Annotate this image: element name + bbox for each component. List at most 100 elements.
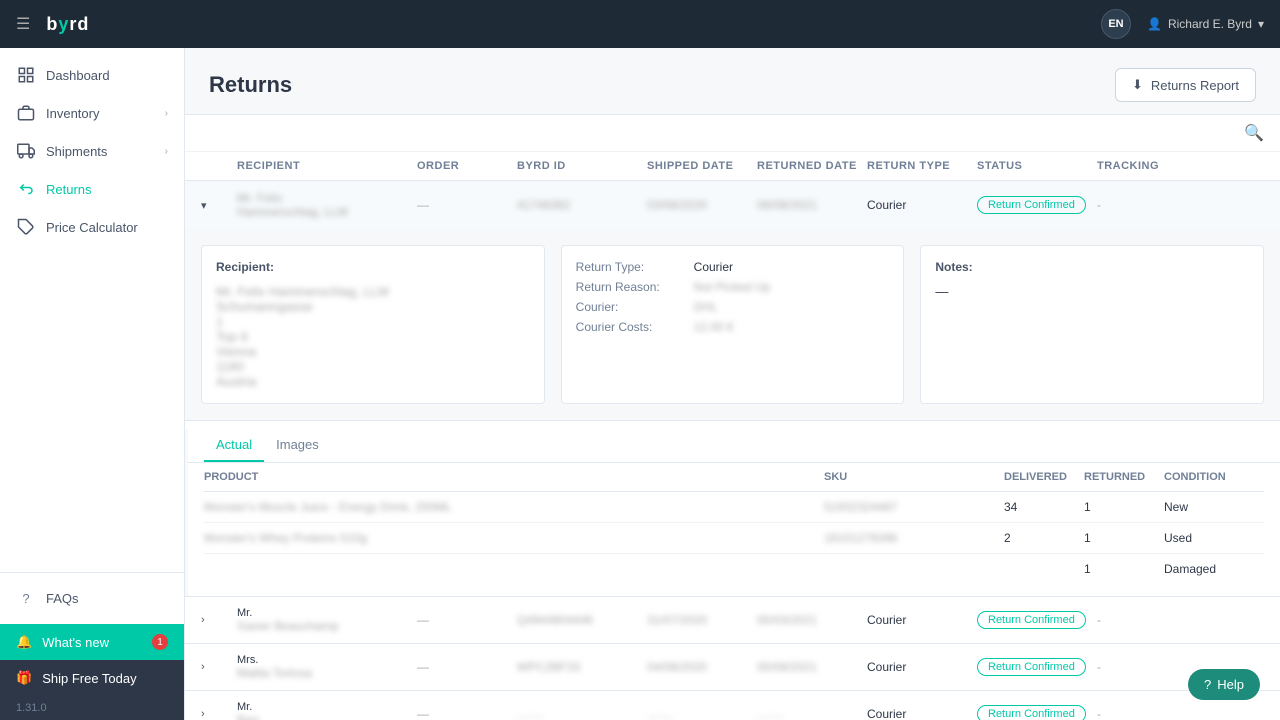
- return-type-label: Return Type:: [576, 260, 686, 274]
- table-row-main-4[interactable]: › Mr. Barr — ........ ........ ........ …: [185, 691, 1280, 720]
- row-chevron-4: ›: [201, 708, 237, 720]
- products-header: Product SKU Delivered Returned Condition: [204, 463, 1264, 492]
- table-row-main-2[interactable]: › Mr. Xavier Beauchamp — Q4944804446 31/…: [185, 597, 1280, 643]
- hamburger-icon[interactable]: ☰: [16, 14, 30, 34]
- order-col-header: Order: [417, 160, 517, 172]
- table-row: › Mrs. Mattia Tortosa — WPC2BF33 04/08/2…: [185, 644, 1280, 691]
- chevron-down-icon: ▾: [1258, 17, 1264, 31]
- sidebar-item-returns-label: Returns: [46, 182, 92, 197]
- row-status-2: Return Confirmed: [977, 611, 1097, 629]
- product-name-3: [204, 562, 824, 576]
- row-order-2: —: [417, 613, 517, 627]
- download-icon: ⬇: [1132, 77, 1143, 93]
- byrd-id-col-header: byrd ID: [517, 160, 647, 172]
- table-row-main-1[interactable]: ▾ Mr. Felix Hammerschlag, LLM — 41748382…: [185, 181, 1280, 229]
- row-shipped-date-4: ........: [647, 707, 757, 720]
- user-menu[interactable]: 👤 Richard E. Byrd ▾: [1147, 17, 1264, 31]
- tab-actual[interactable]: Actual: [204, 429, 264, 462]
- row-byrd-id-2: Q4944804446: [517, 613, 647, 627]
- row-order-3: —: [417, 660, 517, 674]
- return-reason-row: Return Reason: Not Picked Up: [576, 280, 890, 294]
- returns-icon: [16, 180, 36, 198]
- row-returned-date-1: 06/08/2021: [757, 198, 867, 212]
- condition-col-header: Condition: [1164, 471, 1264, 483]
- sidebar-item-dashboard-label: Dashboard: [46, 68, 110, 83]
- status-badge: Return Confirmed: [977, 658, 1086, 676]
- row-tracking-4: -: [1097, 707, 1197, 720]
- product-condition-3: Damaged: [1164, 562, 1264, 576]
- bell-icon: 🔔: [16, 634, 32, 650]
- row-returned-date-2: 05/03/2021: [757, 613, 867, 627]
- row-byrd-id-3: WPC2BF33: [517, 660, 647, 674]
- whats-new-button[interactable]: 🔔 What's new 1: [0, 624, 184, 660]
- sidebar-bottom: ? FAQs: [0, 572, 184, 624]
- chevron-right-icon: ›: [165, 146, 168, 157]
- ship-free-button[interactable]: 🎁 Ship Free Today: [0, 660, 184, 696]
- recipient-name: Mr. Felix Hammerschlag, LLM: [216, 284, 530, 299]
- returns-table: 🔍 Recipient Order byrd ID Shipped Date R…: [185, 114, 1280, 720]
- row-order-1: —: [417, 198, 517, 212]
- product-row: 1 Damaged: [204, 554, 1264, 584]
- sidebar-item-inventory[interactable]: Inventory ›: [0, 94, 184, 132]
- product-row: Monster's Muscle Juice - Energy Drink, 2…: [204, 492, 1264, 523]
- sidebar-item-price-calculator[interactable]: Price Calculator: [0, 208, 184, 246]
- product-returned-1: 1: [1084, 500, 1164, 514]
- product-condition-2: Used: [1164, 531, 1264, 545]
- return-reason-label: Return Reason:: [576, 280, 686, 294]
- courier-costs-value: 12.00 €: [694, 320, 734, 334]
- sidebar-item-inventory-label: Inventory: [46, 106, 99, 121]
- version-label: 1.31.0: [0, 696, 184, 720]
- row-order-4: —: [417, 707, 517, 720]
- recipient-col-header: Recipient: [237, 160, 417, 172]
- truck-icon: [16, 142, 36, 160]
- sidebar: Dashboard Inventory ›: [0, 48, 185, 720]
- page-title: Returns: [209, 72, 292, 98]
- table-row-main-3[interactable]: › Mrs. Mattia Tortosa — WPC2BF33 04/08/2…: [185, 644, 1280, 690]
- sidebar-item-returns[interactable]: Returns: [0, 170, 184, 208]
- product-col-header: Product: [204, 471, 824, 483]
- table-row: ▾ Mr. Felix Hammerschlag, LLM — 41748382…: [185, 181, 1280, 597]
- recipient-floor: Top 6: [216, 329, 530, 344]
- tag-icon: [16, 218, 36, 236]
- table-header: Recipient Order byrd ID Shipped Date Ret…: [185, 152, 1280, 181]
- delivered-col-header: Delivered: [1004, 471, 1084, 483]
- recipient-section-title: Recipient:: [216, 260, 530, 274]
- row-chevron-1: ▾: [201, 199, 237, 212]
- row-recipient-1: Mr. Felix Hammerschlag, LLM: [237, 191, 417, 219]
- row-tracking-3: -: [1097, 660, 1197, 674]
- courier-value: DHL: [694, 300, 718, 314]
- row-return-type-3: Courier: [867, 660, 977, 674]
- status-badge: Return Confirmed: [977, 611, 1086, 629]
- recipient-detail: Recipient: Mr. Felix Hammerschlag, LLM S…: [201, 245, 545, 404]
- tabs-area: Actual Images Product SKU Delivered Retu…: [185, 429, 1280, 596]
- product-delivered-2: 2: [1004, 531, 1084, 545]
- help-button[interactable]: ? Help: [1188, 669, 1260, 700]
- row-tracking-2: -: [1097, 613, 1197, 627]
- sidebar-item-price-calculator-label: Price Calculator: [46, 220, 138, 235]
- help-icon: ?: [1204, 677, 1211, 692]
- sidebar-item-shipments[interactable]: Shipments ›: [0, 132, 184, 170]
- chevron-right-icon: ›: [165, 108, 168, 119]
- sku-col-header: SKU: [824, 471, 1004, 483]
- status-badge: Return Confirmed: [977, 705, 1086, 720]
- user-icon: 👤: [1147, 17, 1162, 31]
- tabs-row: Actual Images: [188, 429, 1280, 463]
- row-recipient-3: Mrs. Mattia Tortosa: [237, 654, 417, 680]
- notes-section-title: Notes:: [935, 260, 1249, 274]
- product-delivered-3: [1004, 562, 1084, 576]
- search-icon[interactable]: 🔍: [1244, 123, 1264, 143]
- product-returned-2: 1: [1084, 531, 1164, 545]
- sidebar-item-dashboard[interactable]: Dashboard: [0, 56, 184, 94]
- products-table: Product SKU Delivered Returned Condition…: [188, 463, 1280, 596]
- product-delivered-1: 34: [1004, 500, 1084, 514]
- return-reason-value: Not Picked Up: [694, 280, 771, 294]
- returns-report-button[interactable]: ⬇ Returns Report: [1115, 68, 1256, 102]
- product-sku-1: 51932324487: [824, 500, 1004, 514]
- language-selector[interactable]: EN: [1101, 9, 1131, 39]
- product-returned-3: 1: [1084, 562, 1164, 576]
- notification-badge: 1: [152, 634, 168, 650]
- app-logo: byrd: [46, 14, 89, 35]
- whats-new-label: What's new: [42, 635, 109, 650]
- tab-images[interactable]: Images: [264, 429, 331, 462]
- sidebar-item-faq[interactable]: ? FAQs: [0, 581, 184, 616]
